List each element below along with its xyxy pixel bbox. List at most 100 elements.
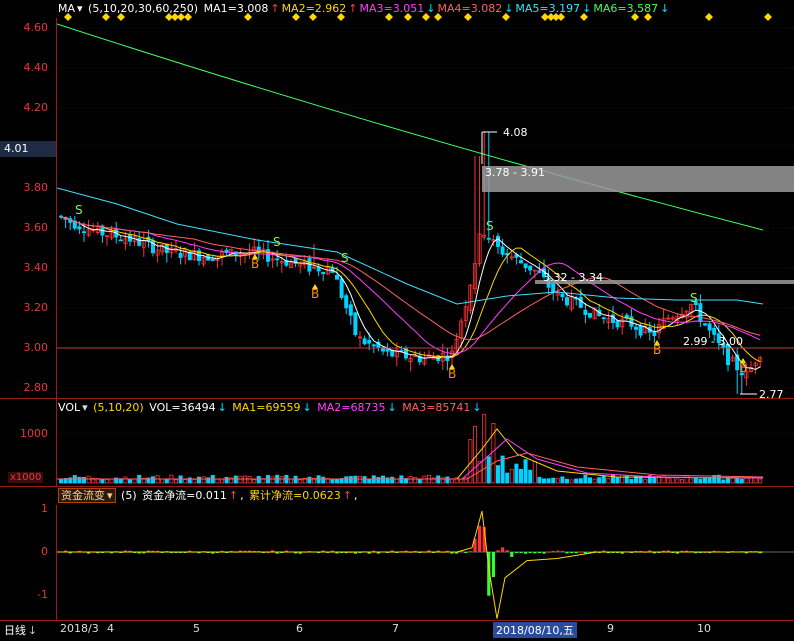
- down-candle: [210, 258, 215, 261]
- down-candle: [321, 271, 326, 275]
- ma250-line: [57, 23, 764, 231]
- down-candle: [652, 331, 657, 336]
- flow-bar: [468, 551, 472, 553]
- flow-bar: [528, 552, 532, 553]
- volume-chart[interactable]: [57, 399, 794, 486]
- down-candle: [500, 246, 505, 255]
- down-candle: [334, 275, 339, 280]
- down-candle: [339, 278, 344, 298]
- flow-bar: [524, 552, 528, 554]
- flow-bar: [496, 550, 500, 552]
- flow-bar: [510, 552, 514, 557]
- volume-bar: [288, 478, 293, 484]
- volume-bar: [666, 477, 671, 484]
- down-candle: [523, 263, 528, 269]
- price-tick-label: 3.00: [23, 341, 49, 354]
- buy-signal-icon: B: [739, 361, 747, 375]
- volume-bar: [744, 477, 749, 484]
- volume-bar: [307, 476, 312, 484]
- volume-bar: [537, 476, 542, 484]
- down-candle: [615, 320, 620, 328]
- down-candle: [707, 323, 712, 331]
- volume-bar: [463, 477, 468, 484]
- vol-ma2-line: [57, 438, 764, 480]
- down-candle: [118, 239, 123, 242]
- volume-bar: [252, 479, 257, 484]
- zone-label: 3.78 - 3.91: [485, 166, 545, 179]
- date-label: 5: [193, 622, 200, 635]
- ma30-line: [60, 216, 761, 341]
- flow-bar: [537, 552, 541, 553]
- volume-bar: [128, 479, 133, 484]
- buy-signal-icon: B: [448, 367, 456, 381]
- volume-bar: [123, 476, 128, 484]
- volume-bar: [413, 476, 418, 484]
- volume-bar: [689, 478, 694, 484]
- volume-bar: [546, 478, 551, 484]
- price-chart[interactable]: 4.08 3.78 - 3.91 3.32 - 3.34 2.99 - 3.00 2.7…: [57, 18, 794, 398]
- flow-chart[interactable]: [57, 505, 794, 620]
- volume-bar: [151, 476, 156, 484]
- price-tick-label: 3.80: [23, 181, 49, 194]
- volume-bar: [201, 476, 206, 484]
- price-tick-label: 4.40: [23, 61, 49, 74]
- cumulative-flow-line: [57, 510, 763, 619]
- volume-bar: [238, 475, 243, 484]
- volume-bar: [505, 472, 510, 484]
- flow-indicator-dropdown[interactable]: 资金流变 ▾: [58, 488, 116, 503]
- volume-bar: [224, 477, 229, 484]
- volume-bar: [707, 477, 712, 484]
- volume-bar: [592, 478, 597, 484]
- flow-bar: [501, 547, 505, 552]
- volume-bar: [583, 474, 588, 484]
- volume-bar: [486, 456, 491, 484]
- volume-bar: [482, 413, 487, 484]
- volume-bar: [726, 477, 731, 484]
- current-price-box: 4.01: [0, 141, 56, 157]
- flow-params: (5): [121, 489, 137, 502]
- volume-bar: [247, 476, 252, 484]
- zone-label: 2.99 - 3.00: [683, 335, 743, 348]
- flow-header: 资金流变 ▾ (5) 资金净流=0.011 ↑, 累计净流=0.0623 ↑,: [58, 487, 360, 505]
- down-candle: [634, 326, 639, 330]
- volume-bar: [344, 476, 349, 484]
- down-candle: [629, 316, 634, 327]
- volume-tick: 1000: [20, 427, 48, 440]
- volume-bar: [555, 478, 560, 484]
- volume-bar: [574, 478, 579, 484]
- volume-bar: [739, 478, 744, 484]
- flow-bar: [556, 550, 560, 552]
- price-tick-label: 2.80: [23, 381, 49, 394]
- flow-bar: [542, 552, 546, 554]
- volume-bar: [712, 475, 717, 484]
- date-label: 10: [697, 622, 711, 635]
- flow-bar: [560, 550, 564, 552]
- volume-bar: [270, 476, 275, 484]
- vol-ma3-line: [57, 452, 764, 480]
- flow-bar: [583, 552, 587, 554]
- volume-bar: [675, 478, 680, 484]
- flow-net: 资金净流=0.011: [142, 489, 227, 502]
- volume-bar: [528, 469, 533, 484]
- volume-bar: [518, 469, 523, 484]
- date-label: 4: [107, 622, 114, 635]
- period-selector[interactable]: 日线 🡓: [4, 622, 35, 641]
- volume-bar: [105, 479, 110, 484]
- down-candle: [486, 237, 491, 240]
- buy-signal-icon: B: [311, 287, 319, 301]
- volume-bar: [81, 477, 86, 484]
- sell-signal-icon: S: [486, 219, 494, 233]
- volume-bar: [183, 479, 188, 484]
- volume-bar: [390, 476, 395, 484]
- volume-bar: [380, 475, 385, 484]
- volume-bar: [620, 474, 625, 484]
- volume-bar: [219, 478, 224, 484]
- arrow-down-icon: 🡓: [29, 624, 36, 637]
- down-candle: [495, 235, 500, 247]
- volume-bar: [394, 478, 399, 484]
- volume-bar: [523, 459, 528, 484]
- down-candle: [601, 317, 606, 320]
- flow-bar: [570, 552, 574, 553]
- flow-axis: [0, 505, 57, 620]
- flow-bar: [491, 552, 495, 578]
